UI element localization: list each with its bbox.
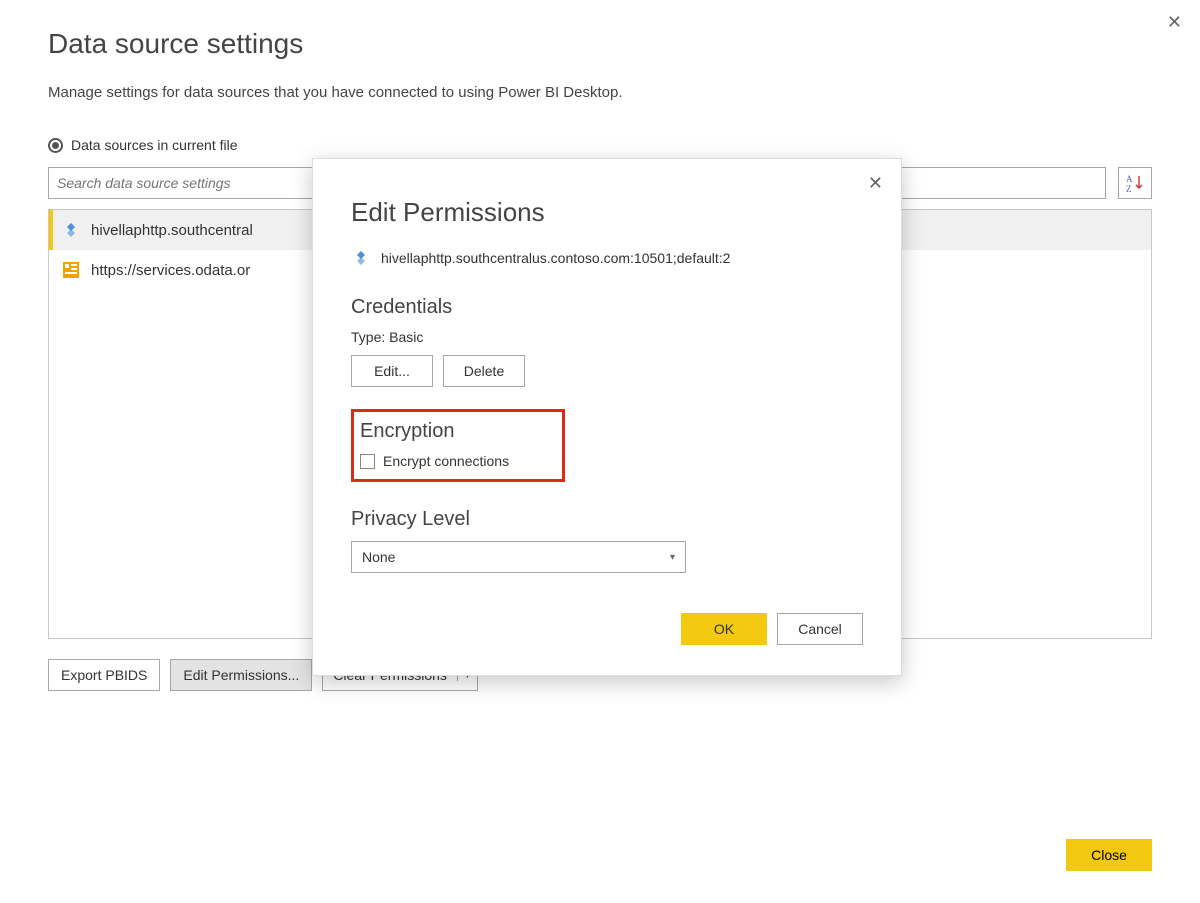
encryption-heading: Encryption xyxy=(360,420,552,443)
page-title: Data source settings xyxy=(48,28,1152,60)
close-button[interactable]: Close xyxy=(1066,839,1152,871)
credential-type: Type: Basic xyxy=(351,329,863,345)
list-item-label: https://services.odata.or xyxy=(91,262,250,279)
privacy-level-dropdown[interactable]: None ▾ xyxy=(351,541,686,573)
credentials-heading: Credentials xyxy=(351,296,863,319)
radio-icon xyxy=(48,138,63,153)
svg-text:Z: Z xyxy=(1126,184,1132,193)
hive-icon xyxy=(61,220,81,240)
odata-icon xyxy=(61,260,81,280)
encrypt-label: Encrypt connections xyxy=(383,453,509,469)
window-close-icon[interactable]: ✕ xyxy=(1163,8,1186,37)
list-item-label: hivellaphttp.southcentral xyxy=(91,222,253,239)
dialog-source-label: hivellaphttp.southcentralus.contoso.com:… xyxy=(381,250,730,266)
radio-label: Data sources in current file xyxy=(71,137,238,153)
delete-credentials-button[interactable]: Delete xyxy=(443,355,525,387)
hive-icon xyxy=(351,248,371,268)
chevron-down-icon: ▾ xyxy=(670,552,675,563)
export-pbids-button[interactable]: Export PBIDS xyxy=(48,659,160,691)
page-subtitle: Manage settings for data sources that yo… xyxy=(48,84,1152,101)
cancel-button[interactable]: Cancel xyxy=(777,613,863,645)
ok-button[interactable]: OK xyxy=(681,613,767,645)
sort-az-icon: A Z xyxy=(1125,173,1145,193)
radio-current-file[interactable]: Data sources in current file xyxy=(48,137,1152,153)
edit-permissions-dialog: ✕ Edit Permissions hivellaphttp.southcen… xyxy=(312,158,902,676)
privacy-heading: Privacy Level xyxy=(351,508,863,531)
sort-button[interactable]: A Z xyxy=(1118,167,1152,199)
edit-permissions-button[interactable]: Edit Permissions... xyxy=(170,659,312,691)
encryption-highlight: Encryption Encrypt connections xyxy=(351,409,565,482)
svg-text:A: A xyxy=(1126,174,1133,184)
dialog-title: Edit Permissions xyxy=(351,197,863,228)
dialog-close-icon[interactable]: ✕ xyxy=(868,173,883,194)
privacy-value: None xyxy=(362,549,395,565)
encrypt-checkbox[interactable] xyxy=(360,454,375,469)
edit-credentials-button[interactable]: Edit... xyxy=(351,355,433,387)
